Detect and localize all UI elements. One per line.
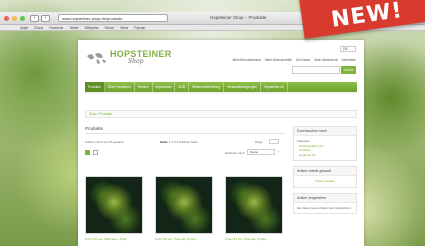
filter-box: Durchsuchen nach Kategorie Hopfenpellets… xyxy=(293,126,357,161)
items-per-page-select[interactable] xyxy=(269,139,279,144)
minimize-window-icon[interactable] xyxy=(12,16,17,21)
sort-label: Sortieren nach xyxy=(225,151,245,155)
bookmark-item[interactable]: Popular xyxy=(134,25,145,30)
compare-text: Sie haben keine Artikel zum Vergleichen. xyxy=(297,205,352,210)
nav-item-hopsteiner-de[interactable]: Hopsteiner.de xyxy=(261,82,288,92)
site-logo[interactable]: HOPSTEINER Shop xyxy=(85,50,172,65)
product-grid: Pellet 45 aus Hallertauer Hopf Pellet 90… xyxy=(85,176,285,241)
list-view-icon[interactable] xyxy=(93,150,98,155)
breadcrumb-home[interactable]: Shop xyxy=(89,112,96,116)
bookmark-item[interactable]: Yahoo! xyxy=(104,25,114,30)
item-count: Artikel 1 bis 9 von 36 gesamt xyxy=(85,140,124,144)
product-card[interactable]: Pellet 90 aus Hallertau Hopfen xyxy=(155,176,213,241)
webshop-page: HOPSTEINER Shop DE Mein Benutzerkonto Me… xyxy=(78,40,364,246)
cart-link[interactable]: Mein Warenkorb xyxy=(314,58,337,62)
sort-direction-icon[interactable]: ↑ xyxy=(277,150,281,154)
nav-shadow xyxy=(85,92,357,95)
bookmark-item[interactable]: iCloud xyxy=(34,25,43,30)
login-link[interactable]: Anmelden xyxy=(342,58,356,62)
world-map-icon xyxy=(87,52,106,64)
search-button[interactable]: Suche xyxy=(341,66,356,74)
page-links[interactable]: 1 2 3 4 xyxy=(169,140,178,144)
wishlist-link[interactable]: Mein Wunschzettel xyxy=(265,58,292,62)
nav-item-service[interactable]: Service xyxy=(135,82,153,92)
bookmark-item[interactable]: Twitter xyxy=(69,25,78,30)
breadcrumb-current: Produkte xyxy=(99,112,113,116)
pager-label: Seite: xyxy=(160,140,169,144)
product-card[interactable]: Pellet 45 aus Hallertau Hopfen xyxy=(225,176,283,241)
product-name[interactable]: Pellet 90 aus Hallertau Hopfen xyxy=(155,237,213,241)
recent-link[interactable]: Zuletzt gekauft xyxy=(297,179,353,184)
recent-box: Artikel zuletzt gekauft Zuletzt gekauft xyxy=(293,166,357,188)
view-bar: Sortieren nach Name ↑ xyxy=(85,149,285,157)
filter-title: Durchsuchen nach xyxy=(294,127,356,136)
product-name[interactable]: Pellet 45 aus Hallertauer Hopf xyxy=(85,237,143,241)
compare-title: Artikel vergleichen xyxy=(294,193,356,203)
site-header: HOPSTEINER Shop DE Mein Benutzerkonto Me… xyxy=(78,40,364,82)
window-controls xyxy=(4,16,25,21)
nav-item-products[interactable]: Produkte xyxy=(85,82,105,92)
nav-item-about[interactable]: Über Hopsteiner xyxy=(105,82,135,92)
language-select[interactable]: DE xyxy=(340,46,356,52)
bookmark-item[interactable]: Wikipedia xyxy=(85,25,99,30)
pager: Seite: 1 2 3 4 Nächste Seite xyxy=(160,140,198,144)
checkout-link[interactable]: Zur Kasse xyxy=(296,58,311,62)
filter-item[interactable]: Hopfenöl (8) xyxy=(297,153,353,158)
nav-item-shipping[interactable]: Versandbedingungen xyxy=(224,82,262,92)
search-input[interactable] xyxy=(292,66,340,74)
sidebar: Durchsuchen nach Kategorie Hopfenpellets… xyxy=(293,126,357,219)
product-image[interactable] xyxy=(225,176,283,234)
breadcrumb: Shop › Produkte xyxy=(85,110,357,118)
url-input[interactable]: www.hopsteiner-shop.de/produkte xyxy=(58,14,168,22)
bookmark-item[interactable]: News xyxy=(120,25,128,30)
window-title: Hopsteiner Shop – Produkte xyxy=(210,15,267,20)
nav-item-terms[interactable]: AGB xyxy=(175,82,190,92)
product-image[interactable] xyxy=(85,176,143,234)
logo-subtitle: Shop xyxy=(128,58,144,65)
account-link[interactable]: Mein Benutzerkonto xyxy=(233,58,261,62)
back-arrow-icon[interactable]: ‹ xyxy=(30,15,39,22)
nav-item-withdrawal[interactable]: Widerrufsbelehrung xyxy=(189,82,224,92)
zoom-window-icon[interactable] xyxy=(20,16,25,21)
bookmark-item[interactable]: Facebook xyxy=(49,25,63,30)
browser-nav: ‹ › xyxy=(30,15,50,22)
sort-select[interactable]: Name xyxy=(247,149,275,155)
next-page-link[interactable]: Nächste Seite xyxy=(179,140,198,144)
close-window-icon[interactable] xyxy=(4,16,9,21)
nav-item-imprint[interactable]: Impressum xyxy=(153,82,176,92)
bookmark-item[interactable]: Apple xyxy=(20,25,28,30)
listing-toolbar: Artikel 1 bis 9 von 36 gesamt Seite: 1 2… xyxy=(85,139,285,146)
product-card[interactable]: Pellet 45 aus Hallertauer Hopf xyxy=(85,176,143,241)
forward-arrow-icon[interactable]: › xyxy=(41,15,50,22)
product-image[interactable] xyxy=(155,176,213,234)
page-title: Produkte xyxy=(85,126,285,134)
product-name[interactable]: Pellet 45 aus Hallertau Hopfen xyxy=(225,237,283,241)
grid-view-icon[interactable] xyxy=(85,150,90,155)
recent-title: Artikel zuletzt gekauft xyxy=(294,167,356,176)
show-label: Zeige xyxy=(255,140,263,144)
product-listing: Produkte Artikel 1 bis 9 von 36 gesamt S… xyxy=(85,126,285,241)
main-navigation: Produkte Über Hopsteiner Service Impress… xyxy=(85,82,357,92)
compare-box: Artikel vergleichen Sie haben keine Arti… xyxy=(293,192,357,214)
account-links: Mein Benutzerkonto Mein Wunschzettel Zur… xyxy=(233,58,356,62)
